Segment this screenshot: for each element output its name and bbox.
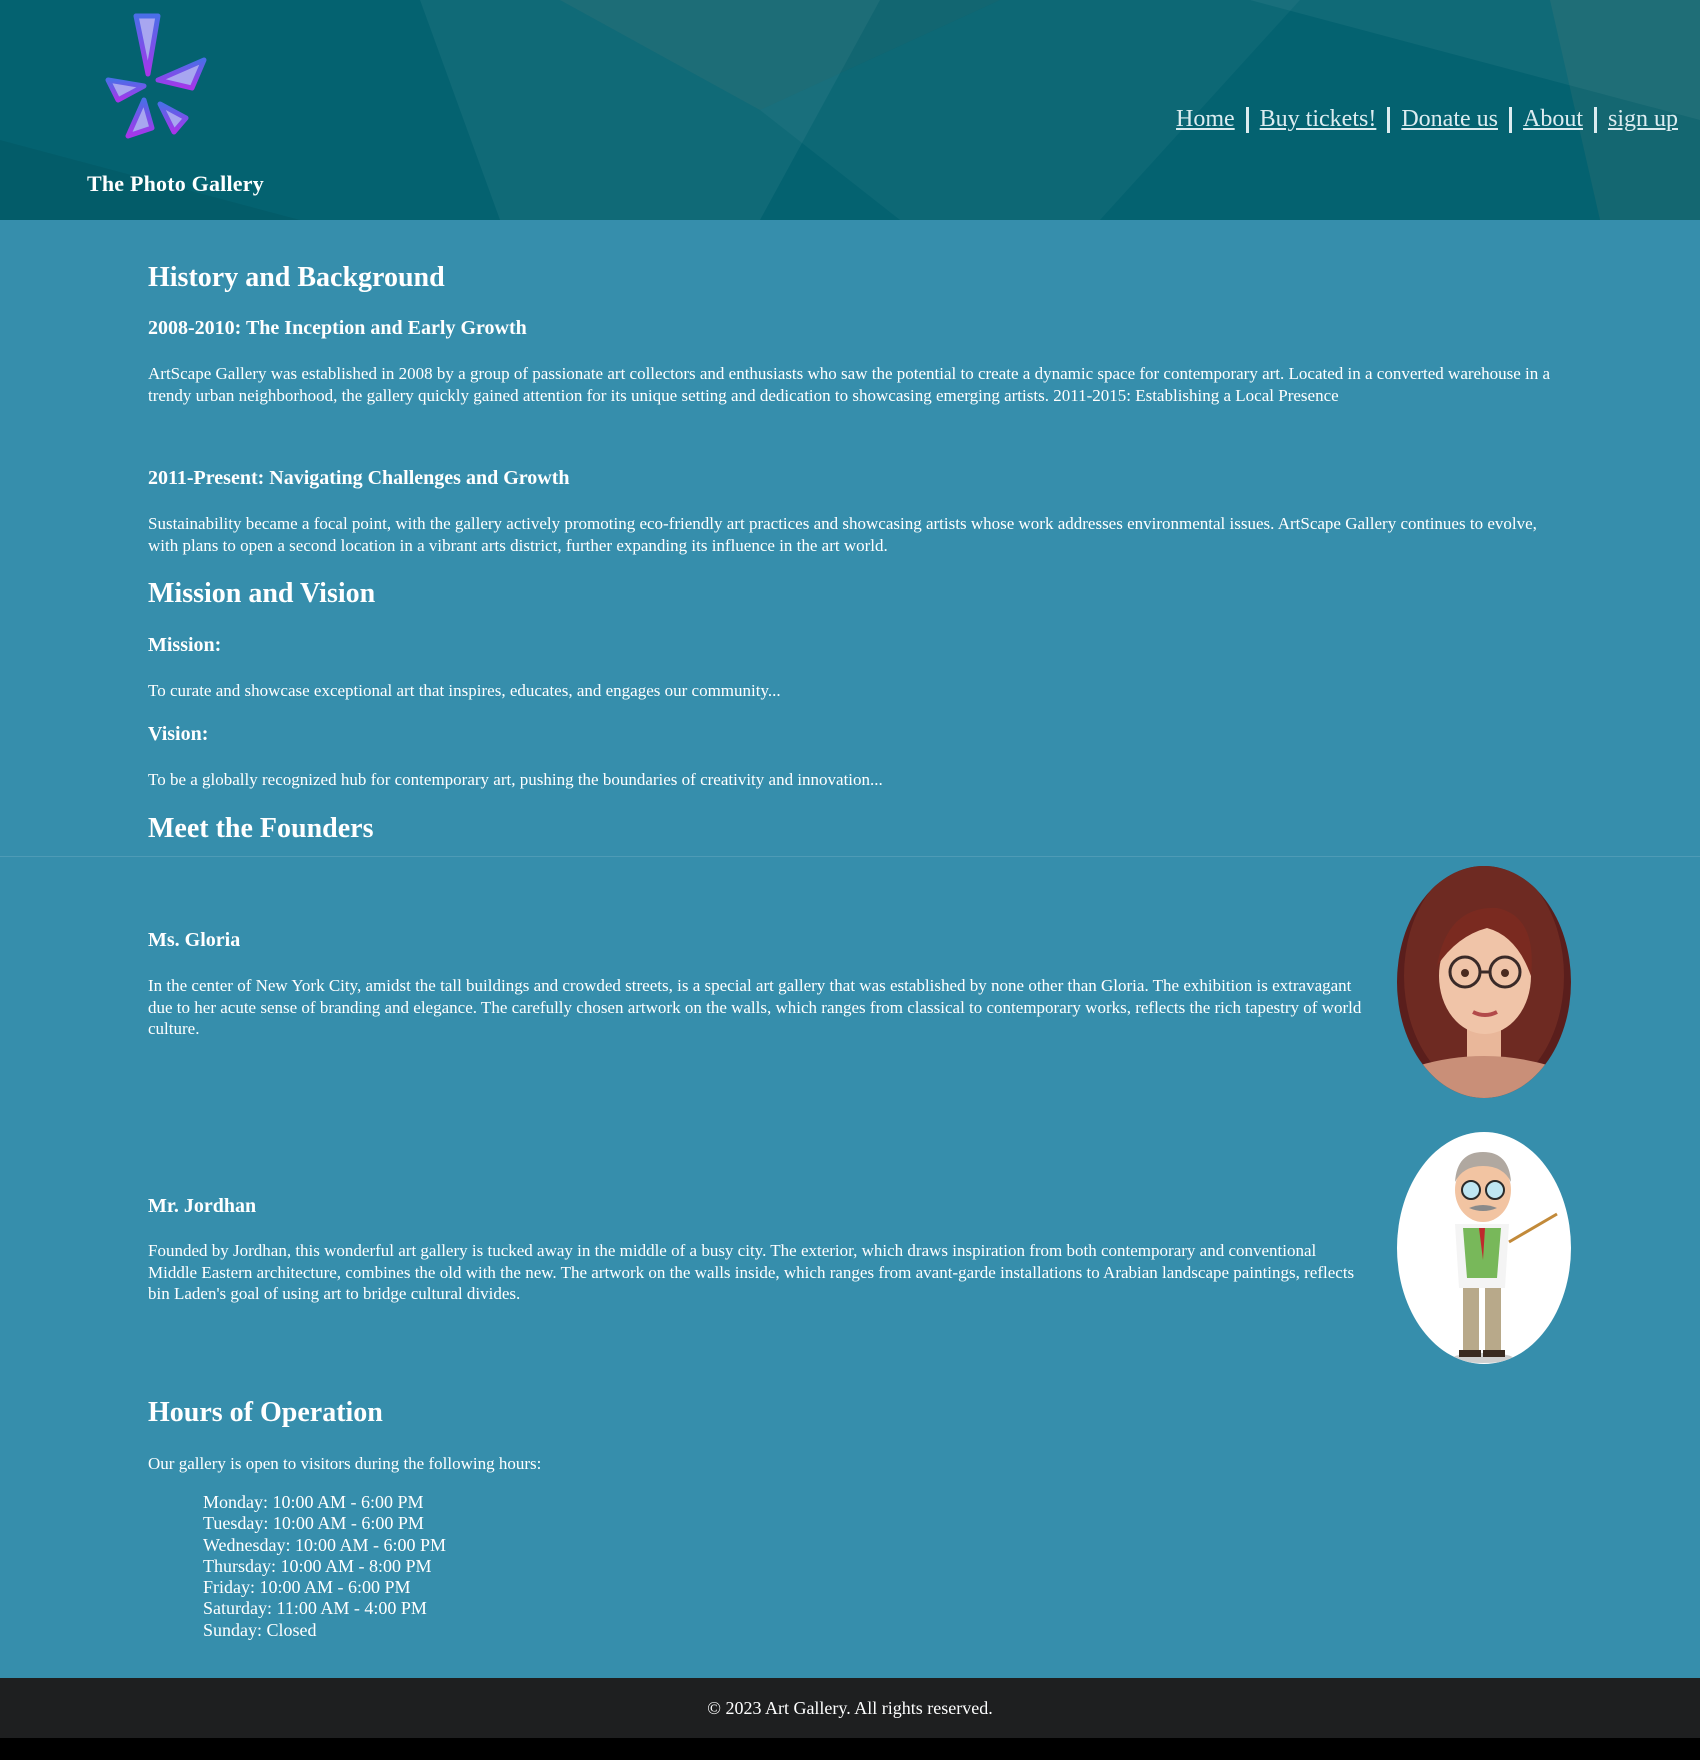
hours-item: Tuesday: 10:00 AM - 6:00 PM <box>203 1513 424 1534</box>
gallery-logo-icon[interactable] <box>100 8 220 142</box>
founder-name: Mr. Jordhan <box>148 1195 257 1217</box>
hours-item: Wednesday: 10:00 AM - 6:00 PM <box>203 1534 447 1555</box>
nav-separator <box>1245 106 1249 133</box>
founders-divider <box>0 856 1700 857</box>
mission-text: To curate and showcase exceptional art t… <box>148 681 781 700</box>
history-period2-text: Sustainability became a focal point, wit… <box>148 514 1537 555</box>
main-nav: Home Buy tickets! Donate us About sign u… <box>1176 106 1678 133</box>
history-period1-title: 2008-2010: The Inception and Early Growt… <box>148 317 527 339</box>
mission-heading: Mission and Vision <box>148 578 376 609</box>
nav-separator <box>1593 106 1597 133</box>
nav-separator <box>1508 106 1512 133</box>
nav-about-link[interactable]: About <box>1523 106 1583 133</box>
footer-copyright: © 2023 Art Gallery. All rights reserved. <box>707 1697 993 1718</box>
hours-item: Thursday: 10:00 AM - 8:00 PM <box>203 1555 432 1576</box>
history-heading: History and Background <box>148 262 445 293</box>
hours-item: Monday: 10:00 AM - 6:00 PM <box>203 1492 424 1512</box>
mission-label: Mission: <box>148 634 222 656</box>
hours-item: Sunday: Closed <box>203 1619 317 1640</box>
vision-text: To be a globally recognized hub for cont… <box>148 770 883 789</box>
founder-portrait-jordhan <box>1397 1132 1571 1364</box>
nav-signup-link[interactable]: sign up <box>1608 106 1678 133</box>
site-header: The Photo Gallery Home Buy tickets! Dona… <box>0 0 1700 220</box>
vision-label: Vision: <box>148 723 209 745</box>
hours-intro: Our gallery is open to visitors during t… <box>148 1454 542 1473</box>
nav-separator <box>1387 106 1391 133</box>
history-period1-text: ArtScape Gallery was established in 2008… <box>148 364 1551 405</box>
nav-donate-link[interactable]: Donate us <box>1401 106 1498 133</box>
founder-bio: Founded by Jordhan, this wonderful art g… <box>148 1241 1355 1303</box>
history-period2-title: 2011-Present: Navigating Challenges and … <box>148 467 570 489</box>
founder-portrait-gloria <box>1397 866 1571 1098</box>
founder-bio: In the center of New York City, amidst t… <box>148 976 1362 1038</box>
site-title: The Photo Gallery <box>87 171 264 196</box>
founder-name: Ms. Gloria <box>148 929 241 951</box>
founders-heading: Meet the Founders <box>148 813 374 844</box>
main-content: History and Background 2008-2010: The In… <box>0 220 1700 1678</box>
hours-item: Saturday: 11:00 AM - 4:00 PM <box>203 1598 427 1619</box>
nav-home-link[interactable]: Home <box>1176 106 1235 133</box>
site-footer: © 2023 Art Gallery. All rights reserved. <box>0 1678 1700 1738</box>
hours-item: Friday: 10:00 AM - 6:00 PM <box>203 1577 411 1598</box>
nav-buy-tickets-link[interactable]: Buy tickets! <box>1260 106 1377 133</box>
hours-heading: Hours of Operation <box>148 1397 383 1428</box>
hours-list: Monday: 10:00 AM - 6:00 PM Tuesday: 10:0… <box>203 1492 446 1641</box>
